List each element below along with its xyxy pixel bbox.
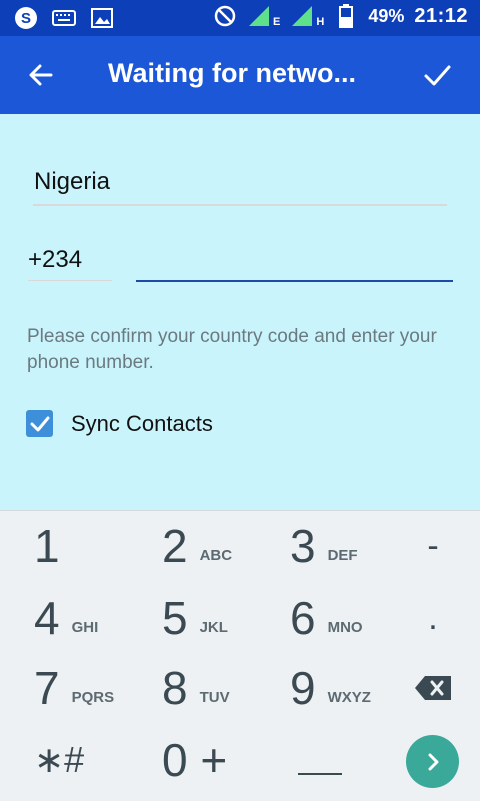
key-8[interactable]: 8 TUV [162, 653, 272, 723]
key-4[interactable]: 4 GHI [34, 583, 144, 653]
sync-contacts-checkbox[interactable] [26, 410, 53, 437]
image-icon [90, 6, 114, 30]
back-button[interactable] [18, 52, 64, 98]
key-2[interactable]: 2 ABC [162, 511, 272, 581]
chevron-right-icon [428, 753, 438, 770]
sync-contacts-label: Sync Contacts [71, 410, 213, 436]
key-0[interactable]: 0 + [162, 725, 272, 795]
app-s-icon: S [14, 6, 38, 30]
check-icon [424, 65, 451, 86]
signal-icon [247, 4, 271, 28]
key-5[interactable]: 5 JKL [162, 583, 272, 653]
svg-text:S: S [21, 10, 31, 27]
status-bar: S E H 49% 21:12 [0, 0, 480, 36]
phone-form: Nigeria +234 Please confirm your country… [0, 114, 480, 510]
check-icon [30, 416, 49, 431]
done-button[interactable] [414, 52, 460, 98]
key-6[interactable]: 6 MNO [290, 583, 400, 653]
battery-icon [334, 4, 358, 28]
country-selector[interactable]: Nigeria [33, 162, 447, 206]
sync-contacts-row[interactable]: Sync Contacts [26, 410, 213, 437]
country-code-value: +234 [28, 246, 83, 273]
key-3[interactable]: 3 DEF [290, 511, 400, 581]
key-dash[interactable]: - [398, 511, 468, 581]
backspace-icon [415, 676, 451, 700]
do-not-disturb-icon [213, 4, 237, 28]
hint-text: Please confirm your country code and ent… [27, 326, 437, 373]
network-e-label: E [273, 16, 281, 28]
key-1[interactable]: 1 [34, 511, 144, 581]
keyboard-icon [52, 6, 76, 30]
numeric-keypad: 1 2 ABC 3 DEF - 4 GHI 5 JKL 6 MNO . 7 PQRS 8 TU… [0, 510, 480, 801]
key-dot[interactable]: . [398, 583, 468, 653]
network-h-label: H [316, 16, 325, 28]
page-title: Waiting for netwo... [108, 58, 356, 88]
country-code-field[interactable]: +234 [28, 240, 112, 281]
battery-percent: 49% [368, 5, 405, 26]
key-9[interactable]: 9 WXYZ [290, 653, 400, 723]
next-button[interactable] [406, 735, 459, 788]
phone-number-input[interactable] [136, 240, 453, 282]
key-7[interactable]: 7 PQRS [34, 653, 144, 723]
status-time: 21:12 [414, 4, 468, 27]
key-star-hash[interactable]: ∗# [34, 725, 144, 795]
country-name: Nigeria [34, 168, 111, 195]
app-bar: Waiting for netwo... [0, 36, 480, 114]
arrow-left-icon [29, 64, 53, 86]
backspace-button[interactable] [398, 653, 468, 723]
signal-icon [290, 4, 314, 28]
key-underscore[interactable] [298, 773, 342, 775]
